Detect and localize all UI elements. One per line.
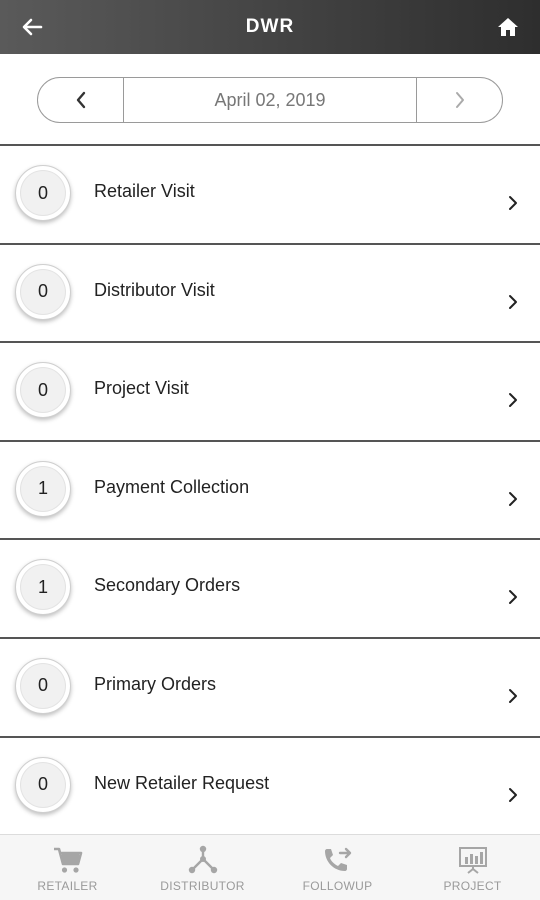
selected-date[interactable]: April 02, 2019 [123, 78, 417, 122]
home-button[interactable] [490, 12, 526, 42]
chevron-right-icon [509, 196, 517, 210]
chevron-right-icon [509, 787, 517, 802]
count-badge: 0 [15, 362, 71, 419]
nav-followup[interactable]: FOLLOWUP [270, 835, 405, 900]
date-pill: April 02, 2019 [37, 77, 503, 123]
list-item-primary-orders[interactable]: 0 Primary Orders [0, 638, 540, 738]
nav-label: PROJECT [443, 879, 502, 893]
list-item-payment-collection[interactable]: 1 Payment Collection [0, 441, 540, 541]
list-item-secondary-orders[interactable]: 1 Secondary Orders [0, 540, 540, 639]
nav-retailer[interactable]: RETAILER [0, 835, 135, 900]
date-navigator: April 02, 2019 [0, 54, 540, 146]
list-item-retailer-visit[interactable]: 0 Retailer Visit [0, 146, 540, 245]
chevron-right-icon [455, 92, 464, 108]
count-badge: 0 [15, 263, 71, 320]
list-item-label: Primary Orders [94, 673, 217, 694]
count-badge: 1 [15, 460, 71, 517]
count-badge: 1 [15, 559, 71, 616]
count-badge: 0 [15, 756, 71, 813]
back-button[interactable] [14, 12, 50, 42]
chevron-right-icon [509, 393, 517, 408]
nav-label: DISTRIBUTOR [160, 879, 245, 893]
nav-label: RETAILER [37, 879, 98, 893]
chevron-right-icon [509, 688, 517, 703]
next-date-button[interactable] [417, 78, 502, 122]
count-badge: 0 [15, 165, 71, 221]
chevron-right-icon [509, 491, 517, 506]
previous-date-button[interactable] [38, 78, 123, 122]
list-item-label: Secondary Orders [94, 575, 241, 596]
list-item-label: Distributor Visit [94, 279, 215, 300]
phone-forward-icon [324, 847, 351, 871]
count-badge: 0 [15, 657, 71, 714]
activity-list: 0 Retailer Visit 0 Distributor Visit 0 P… [0, 146, 540, 837]
home-icon [498, 18, 518, 36]
chevron-left-icon [76, 91, 85, 109]
back-arrow-icon [22, 18, 43, 36]
list-item-project-visit[interactable]: 0 Project Visit [0, 343, 540, 442]
list-item-distributor-visit[interactable]: 0 Distributor Visit [0, 244, 540, 344]
chevron-right-icon [509, 294, 517, 309]
list-item-label: Retailer Visit [94, 181, 195, 201]
nav-project[interactable]: PROJECT [405, 835, 540, 900]
list-item-label: Project Visit [94, 378, 189, 399]
page-title: DWR [245, 16, 295, 37]
bottom-navigation: RETAILER DISTRIBUTOR FOLLOWUP PROJECT [0, 834, 540, 900]
chevron-right-icon [509, 590, 517, 605]
nav-label: FOLLOWUP [302, 879, 373, 893]
list-item-label: Payment Collection [94, 476, 250, 497]
nav-distributor[interactable]: DISTRIBUTOR [135, 835, 270, 900]
list-item-label: New Retailer Request [94, 772, 270, 793]
list-item-new-retailer-request[interactable]: 0 New Retailer Request [0, 737, 540, 837]
network-icon [188, 845, 217, 874]
app-header: DWR [0, 0, 540, 54]
cart-icon [53, 847, 82, 873]
presentation-chart-icon [458, 847, 487, 874]
